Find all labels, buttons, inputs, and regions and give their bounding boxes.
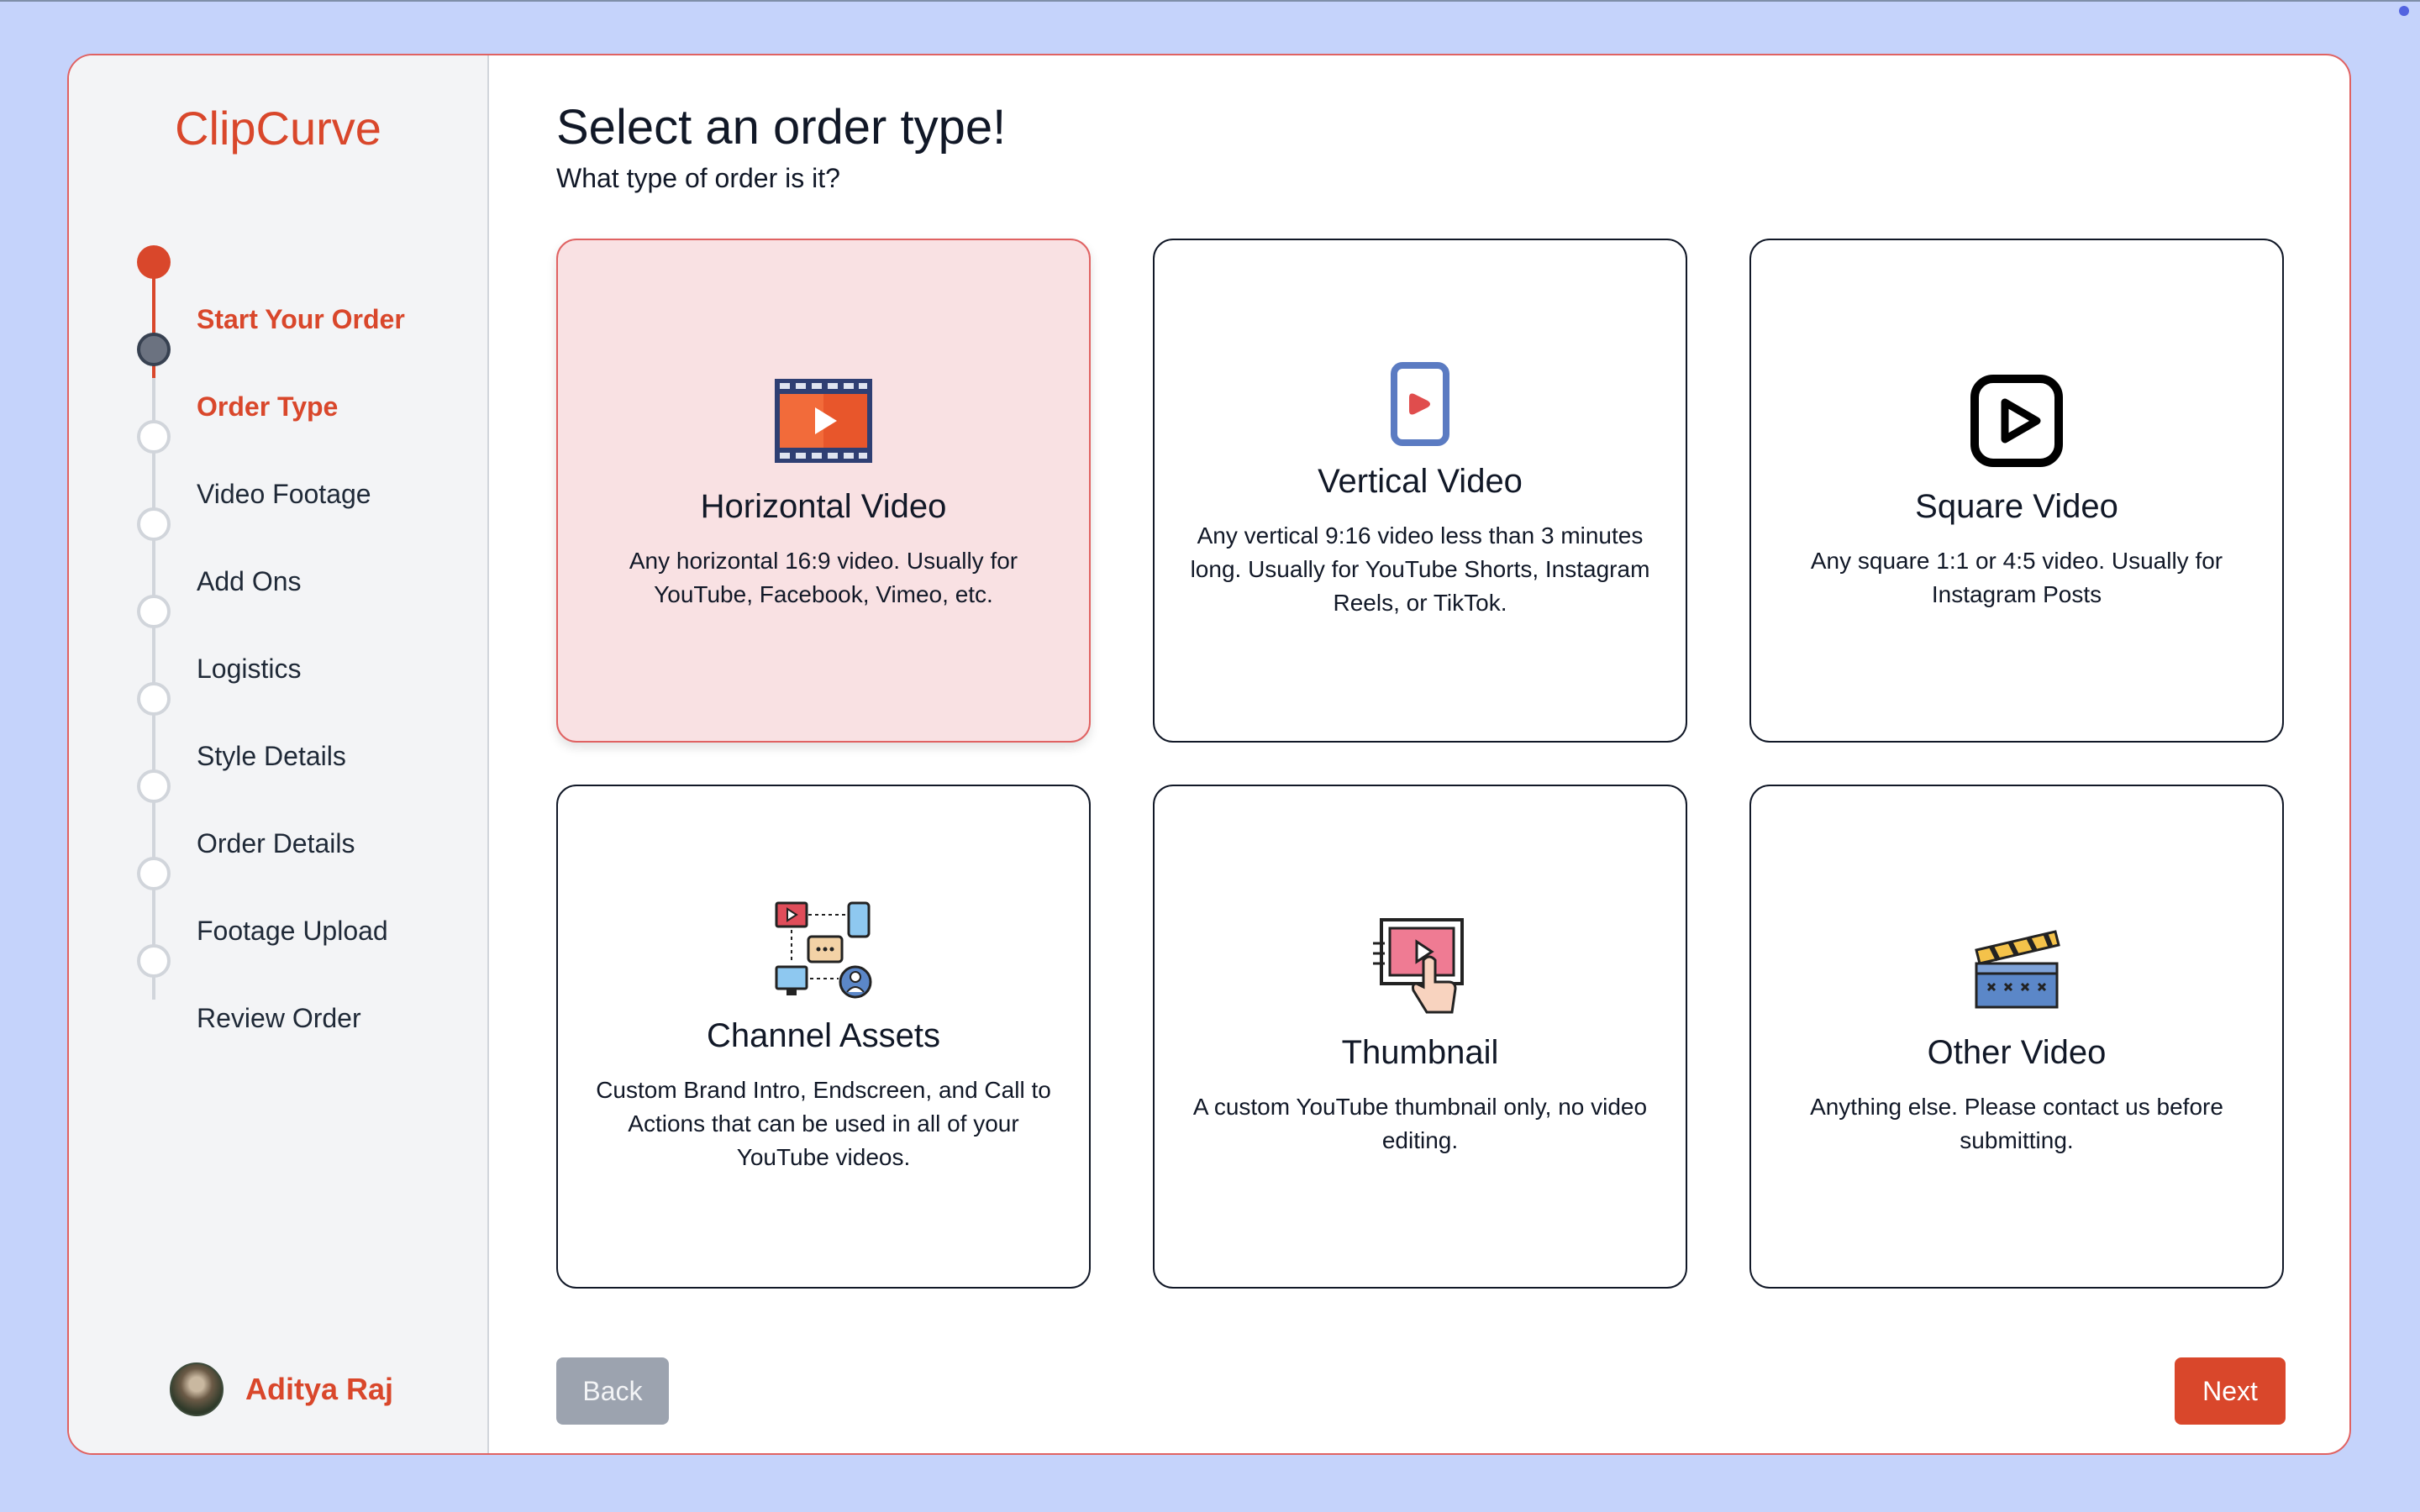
next-button[interactable]: Next — [2175, 1357, 2286, 1425]
clapperboard-icon — [1966, 916, 2067, 1017]
order-type-card-horizontal-video[interactable]: Horizontal Video Any horizontal 16:9 vid… — [556, 239, 1091, 743]
step-add-ons[interactable]: Add Ons — [197, 564, 302, 598]
main-content: Select an order type! What type of order… — [489, 55, 2349, 1453]
step-list: Start Your Order Order Type Video Footag… — [69, 55, 487, 1453]
order-type-card-square-video[interactable]: Square Video Any square 1:1 or 4:5 video… — [1749, 239, 2284, 743]
step-style-details[interactable]: Style Details — [197, 739, 346, 773]
step-dot-current — [137, 333, 171, 366]
avatar[interactable] — [170, 1362, 224, 1416]
step-dot — [137, 420, 171, 454]
card-title: Square Video — [1915, 487, 2118, 525]
order-type-card-thumbnail[interactable]: Thumbnail A custom YouTube thumbnail onl… — [1153, 785, 1687, 1289]
order-type-card-channel-assets[interactable]: Channel Assets Custom Brand Intro, Endsc… — [556, 785, 1091, 1289]
screen-top-edge — [0, 0, 2420, 2]
card-title: Horizontal Video — [700, 487, 947, 525]
square-play-icon — [1966, 370, 2067, 471]
order-type-card-vertical-video[interactable]: Vertical Video Any vertical 9:16 video l… — [1153, 239, 1687, 743]
card-description: Custom Brand Intro, Endscreen, and Call … — [596, 1076, 1051, 1170]
card-description: A custom YouTube thumbnail only, no vide… — [1192, 1093, 1648, 1153]
card-description: Any vertical 9:16 video less than 3 minu… — [1190, 522, 1650, 616]
page-title: Select an order type! — [556, 100, 1007, 155]
card-description: Any horizontal 16:9 video. Usually for Y… — [629, 547, 1018, 607]
card-title: Thumbnail — [1341, 1033, 1499, 1071]
step-footage-upload[interactable]: Footage Upload — [197, 914, 388, 948]
step-dot — [137, 595, 171, 628]
card-description: Any square 1:1 or 4:5 video. Usually for… — [1810, 547, 2223, 607]
card-title: Vertical Video — [1318, 462, 1523, 500]
channel-assets-icon — [773, 900, 874, 1000]
page-subtitle: What type of order is it? — [556, 163, 840, 193]
step-review-order[interactable]: Review Order — [197, 1001, 361, 1035]
user-name[interactable]: Aditya Raj — [245, 1372, 393, 1407]
step-dot — [137, 769, 171, 803]
step-order-type[interactable]: Order Type — [197, 390, 338, 423]
thumbnail-tap-icon — [1370, 916, 1470, 1017]
order-type-card-other-video[interactable]: Other Video Anything else. Please contac… — [1749, 785, 2284, 1289]
step-order-details[interactable]: Order Details — [197, 827, 355, 860]
status-dot — [2399, 6, 2409, 16]
step-dot-completed — [137, 245, 171, 279]
step-video-footage[interactable]: Video Footage — [197, 477, 371, 511]
phone-video-icon — [1370, 361, 1470, 446]
back-button[interactable]: Back — [556, 1357, 669, 1425]
film-strip-play-icon — [773, 370, 874, 471]
step-logistics[interactable]: Logistics — [197, 652, 302, 685]
step-dot — [137, 944, 171, 978]
order-wizard-window: ClipCurve Start Your Order Order Type Vi… — [67, 54, 2351, 1455]
step-dot — [137, 682, 171, 716]
step-start-your-order[interactable]: Start Your Order — [197, 302, 405, 336]
card-description: Anything else. Please contact us before … — [1810, 1093, 2223, 1153]
step-dot — [137, 507, 171, 541]
card-title: Other Video — [1927, 1033, 2107, 1071]
user-profile[interactable]: Aditya Raj — [170, 1362, 393, 1416]
sidebar: ClipCurve Start Your Order Order Type Vi… — [69, 55, 489, 1453]
step-dot — [137, 857, 171, 890]
card-title: Channel Assets — [707, 1016, 940, 1054]
